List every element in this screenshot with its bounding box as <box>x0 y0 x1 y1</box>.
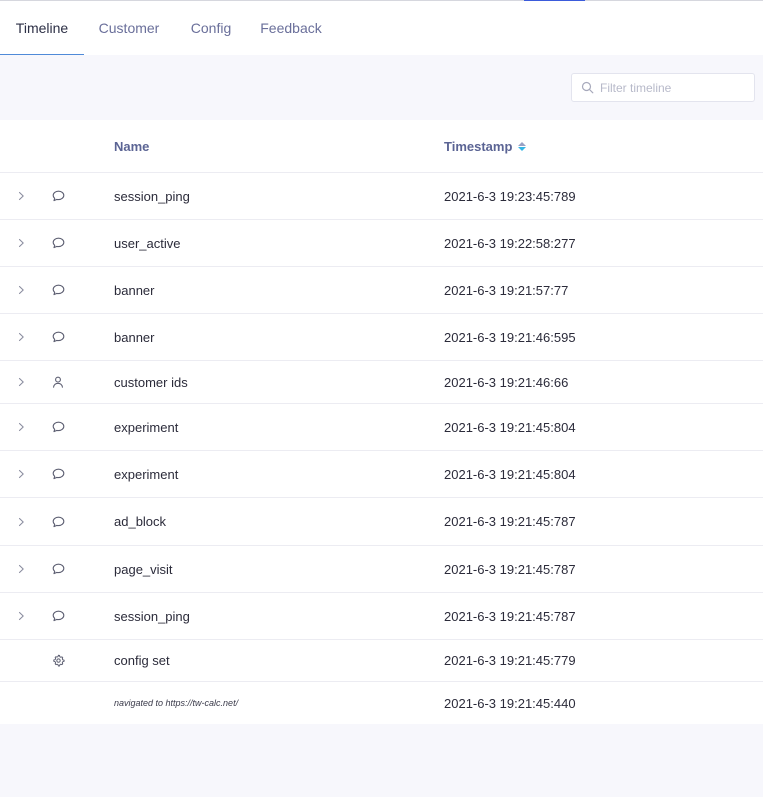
sort-icon[interactable] <box>518 142 527 151</box>
event-timestamp: 2021-6-3 19:21:57:77 <box>444 282 569 298</box>
table-header: Name Timestamp <box>0 120 763 173</box>
expand-chevron-icon[interactable] <box>18 220 28 266</box>
filter-timeline-input[interactable] <box>600 80 750 95</box>
event-timestamp: 2021-6-3 19:21:45:787 <box>444 608 576 624</box>
tab-timeline[interactable]: Timeline <box>0 1 84 55</box>
event-timestamp: 2021-6-3 19:21:46:66 <box>444 374 569 390</box>
table-row[interactable]: ad_block 2021-6-3 19:21:45:787 <box>0 498 763 546</box>
tab-config[interactable]: Config <box>184 1 238 55</box>
event-timestamp: 2021-6-3 19:21:45:779 <box>444 653 576 668</box>
event-timestamp: 2021-6-3 19:21:46:595 <box>444 329 576 345</box>
event-timestamp: 2021-6-3 19:21:45:804 <box>444 466 576 482</box>
table-row[interactable]: page_visit 2021-6-3 19:21:45:787 <box>0 546 763 593</box>
event-name: page_visit <box>114 561 173 577</box>
chat-bubble-icon <box>52 546 66 592</box>
table-row[interactable]: config set 2021-6-3 19:21:45:779 <box>0 640 763 682</box>
event-name: banner <box>114 282 155 298</box>
event-timestamp: 2021-6-3 19:21:45:787 <box>444 561 576 577</box>
filter-box <box>571 73 755 102</box>
table-row[interactable]: navigated to https://tw-calc.net/2021-6-… <box>0 682 763 724</box>
gear-icon <box>52 640 66 681</box>
event-name: navigated to https://tw-calc.net/ <box>114 698 239 708</box>
event-name: customer ids <box>114 374 188 390</box>
chat-bubble-icon <box>52 314 66 360</box>
search-icon <box>581 81 594 94</box>
table-row[interactable]: banner 2021-6-3 19:21:46:595 <box>0 314 763 361</box>
expand-chevron-icon[interactable] <box>18 173 28 219</box>
event-name: ad_block <box>114 514 167 529</box>
tab-feedback[interactable]: Feedback <box>256 1 326 55</box>
chat-bubble-icon <box>52 451 66 497</box>
column-header-timestamp-label: Timestamp <box>444 139 513 154</box>
table-body: session_ping 2021-6-3 19:23:45:789 user_ac… <box>0 173 763 724</box>
tab-customer[interactable]: Customer <box>94 1 164 55</box>
expand-chevron-icon[interactable] <box>18 451 28 497</box>
table-row[interactable]: user_active 2021-6-3 19:22:58:277 <box>0 220 763 267</box>
table-row[interactable]: session_ping 2021-6-3 19:21:45:787 <box>0 593 763 640</box>
event-timestamp: 2021-6-3 19:21:45:787 <box>444 514 576 529</box>
event-name: banner <box>114 329 155 345</box>
table-row[interactable]: banner 2021-6-3 19:21:57:77 <box>0 267 763 314</box>
toolbar <box>0 55 763 120</box>
chat-bubble-icon <box>52 498 66 545</box>
event-name: config set <box>114 653 170 668</box>
chat-bubble-icon <box>52 220 66 266</box>
expand-chevron-icon[interactable] <box>18 498 28 545</box>
column-header-name[interactable]: Name <box>114 120 149 173</box>
event-timestamp: 2021-6-3 19:21:45:440 <box>444 695 576 711</box>
table-row[interactable]: session_ping 2021-6-3 19:23:45:789 <box>0 173 763 220</box>
table-row[interactable]: experiment 2021-6-3 19:21:45:804 <box>0 404 763 451</box>
chat-bubble-icon <box>52 173 66 219</box>
chat-bubble-icon <box>52 267 66 313</box>
chat-bubble-icon <box>52 404 66 450</box>
expand-chevron-icon[interactable] <box>18 361 28 403</box>
column-header-timestamp[interactable]: Timestamp <box>444 120 527 173</box>
expand-chevron-icon[interactable] <box>18 593 28 639</box>
event-timestamp: 2021-6-3 19:21:45:804 <box>444 419 576 435</box>
expand-chevron-icon[interactable] <box>18 314 28 360</box>
event-timestamp: 2021-6-3 19:23:45:789 <box>444 188 576 204</box>
chat-bubble-icon <box>52 593 66 639</box>
event-name: session_ping <box>114 188 190 204</box>
table-row[interactable]: experiment 2021-6-3 19:21:45:804 <box>0 451 763 498</box>
user-icon <box>52 361 66 403</box>
timeline-table: Name Timestamp session_ping 2021-6-3 19:2… <box>0 120 763 724</box>
event-timestamp: 2021-6-3 19:22:58:277 <box>444 235 576 251</box>
expand-chevron-icon[interactable] <box>18 267 28 313</box>
tab-bar: Timeline Customer Config Feedback <box>0 1 763 55</box>
expand-chevron-icon[interactable] <box>18 546 28 592</box>
event-name: experiment <box>114 466 179 482</box>
expand-chevron-icon[interactable] <box>18 404 28 450</box>
event-name: session_ping <box>114 608 190 624</box>
event-name: experiment <box>114 419 179 435</box>
table-row[interactable]: customer ids 2021-6-3 19:21:46:66 <box>0 361 763 404</box>
column-header-name-label: Name <box>114 139 150 154</box>
event-name: user_active <box>114 235 181 251</box>
